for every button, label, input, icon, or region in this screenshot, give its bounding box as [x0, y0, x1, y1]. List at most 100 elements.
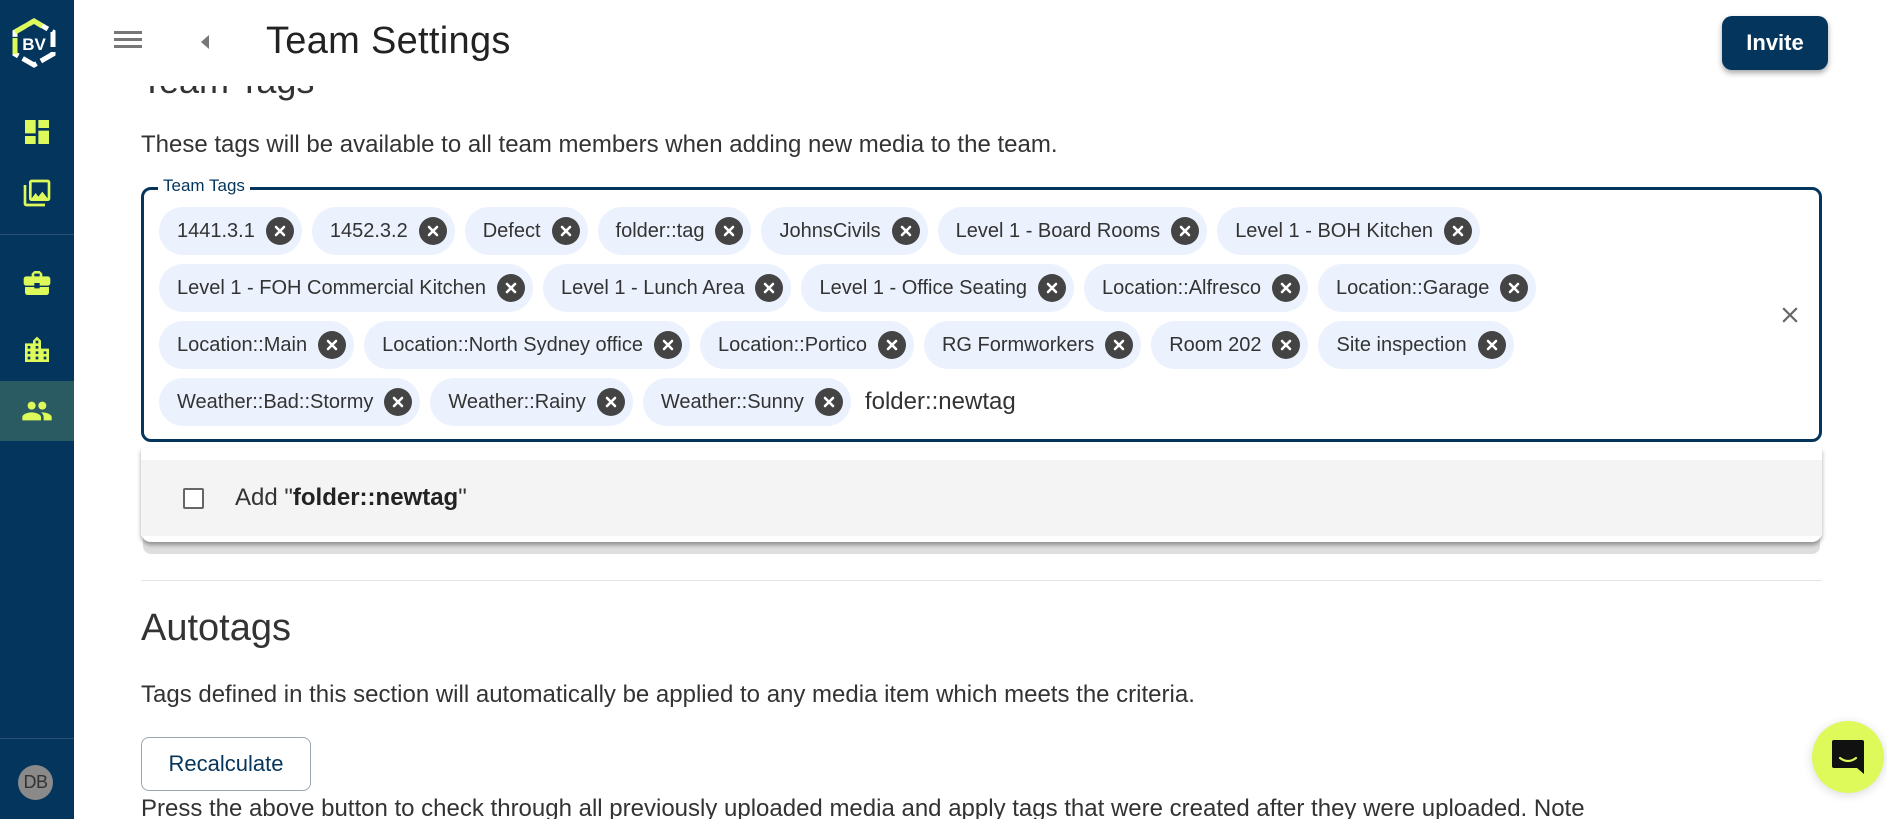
invite-button[interactable]: Invite [1722, 16, 1828, 70]
page-title: Team Settings [266, 20, 511, 62]
tag-chip[interactable]: Defect [464, 207, 588, 255]
user-avatar[interactable]: DB [18, 765, 53, 800]
tag-chip-label: Weather::Sunny [660, 390, 804, 413]
tag-chip-label: Location::Garage [1335, 276, 1490, 299]
bv-logo[interactable]: BV [9, 18, 59, 68]
hamburger-icon-bar [114, 45, 142, 48]
tag-chip-label: Location::Portico [717, 333, 867, 356]
tag-chip-label: Location::North Sydney office [382, 333, 643, 356]
team-tags-field[interactable]: Team Tags 1441.3.1 1452.3.2 Defect folder::… [141, 176, 1822, 442]
add-tag-checkbox[interactable] [183, 487, 204, 509]
tag-chip-label: Level 1 - FOH Commercial Kitchen [177, 276, 486, 299]
tag-chip-label: Level 1 - Office Seating [819, 276, 1027, 299]
chat-widget-button[interactable] [1812, 721, 1884, 793]
remove-tag-icon[interactable] [715, 217, 744, 245]
sidebar-divider [0, 738, 74, 739]
svg-text:BV: BV [22, 35, 46, 54]
tag-chip[interactable]: Weather::Bad::Stormy [159, 378, 421, 426]
tag-chip-label: Weather::Bad::Stormy [177, 390, 374, 413]
top-app-bar: Team Settings Invite [74, 0, 1887, 86]
tag-chip-label: 1452.3.2 [329, 219, 408, 242]
remove-tag-icon[interactable] [318, 331, 347, 359]
team-tags-field-label: Team Tags [158, 176, 250, 196]
tag-chip[interactable]: Location::North Sydney office [364, 321, 690, 369]
tag-chip[interactable]: Weather::Rainy [430, 378, 633, 426]
remove-tag-icon[interactable] [1444, 217, 1473, 245]
tag-chip[interactable]: 1452.3.2 [311, 207, 455, 255]
remove-tag-icon[interactable] [496, 274, 525, 302]
dashboard-icon [25, 120, 49, 144]
sidebar-item-dashboard[interactable] [0, 102, 74, 162]
hamburger-icon-bar [114, 38, 142, 41]
sidebar-item-projects[interactable] [0, 253, 74, 313]
tag-chip-label: Site inspection [1336, 333, 1467, 356]
tag-chip[interactable]: Site inspection [1318, 321, 1514, 369]
tag-chip-label: JohnsCivils [779, 219, 881, 242]
menu-button[interactable] [114, 27, 144, 57]
tag-chip[interactable]: Location::Main [159, 321, 355, 369]
tag-chip-label: Room 202 [1169, 333, 1262, 356]
remove-tag-icon[interactable] [814, 388, 843, 416]
sidebar-item-organisations[interactable] [0, 320, 74, 380]
tag-chip[interactable]: Location::Garage [1317, 264, 1537, 312]
remove-tag-icon[interactable] [653, 331, 682, 359]
tag-input[interactable] [860, 378, 1161, 426]
add-tag-option[interactable]: Add "folder::newtag" [141, 460, 1822, 536]
tag-chip[interactable]: Level 1 - BOH Kitchen [1217, 207, 1481, 255]
section-divider [141, 580, 1822, 581]
people-icon [22, 401, 52, 421]
autotags-heading: Autotags [141, 607, 291, 649]
tag-chip[interactable]: Level 1 - Office Seating [801, 264, 1074, 312]
remove-tag-icon[interactable] [1105, 331, 1134, 359]
remove-tag-icon[interactable] [1477, 331, 1506, 359]
remove-tag-icon[interactable] [1037, 274, 1066, 302]
recalculate-note: Press the above button to check through … [141, 795, 1585, 819]
tag-chip-label: Weather::Rainy [448, 390, 586, 413]
tag-chip-label: Level 1 - Board Rooms [955, 219, 1161, 242]
tag-chip[interactable]: RG Formworkers [923, 321, 1142, 369]
remove-tag-icon[interactable] [1171, 217, 1200, 245]
tag-chip[interactable]: Location::Portico [699, 321, 914, 369]
add-tag-prefix: Add " [235, 484, 293, 511]
sidebar-item-teams[interactable] [0, 381, 74, 441]
tag-chip[interactable]: JohnsCivils [761, 207, 928, 255]
remove-tag-icon[interactable] [1271, 274, 1300, 302]
clear-all-button[interactable] [1777, 302, 1803, 328]
remove-tag-icon[interactable] [1272, 331, 1301, 359]
remove-tag-icon[interactable] [877, 331, 906, 359]
tag-chip-label: Level 1 - BOH Kitchen [1235, 219, 1434, 242]
tag-chip-label: Level 1 - Lunch Area [560, 276, 745, 299]
sidebar-divider [0, 234, 74, 235]
remove-tag-icon[interactable] [1500, 274, 1529, 302]
remove-tag-icon[interactable] [891, 217, 920, 245]
tag-chip[interactable]: folder::tag [597, 207, 752, 255]
team-tags-description: These tags will be available to all team… [141, 131, 1058, 158]
remove-tag-icon[interactable] [418, 217, 447, 245]
back-caret-icon[interactable] [197, 30, 217, 54]
sidebar: BV DB [0, 0, 74, 819]
remove-tag-icon[interactable] [596, 388, 625, 416]
hamburger-icon-bar [114, 31, 142, 34]
remove-tag-icon[interactable] [265, 217, 294, 245]
tag-chip[interactable]: Room 202 [1151, 321, 1309, 369]
tag-chip-label: Defect [482, 219, 541, 242]
tag-chip[interactable]: Weather::Sunny [642, 378, 851, 426]
tag-chip-label: 1441.3.1 [177, 219, 255, 242]
sidebar-item-media[interactable] [0, 163, 74, 223]
tag-chip[interactable]: Level 1 - Lunch Area [542, 264, 792, 312]
autotags-description: Tags defined in this section will automa… [141, 681, 1195, 708]
tag-chip[interactable]: 1441.3.1 [159, 207, 302, 255]
tag-chip-label: Location::Main [177, 333, 308, 356]
tag-chip[interactable]: Location::Alfresco [1083, 264, 1308, 312]
recalculate-button[interactable]: Recalculate [141, 737, 311, 791]
remove-tag-icon[interactable] [384, 388, 413, 416]
tag-chip-label: folder::tag [615, 219, 705, 242]
tag-chip[interactable]: Level 1 - FOH Commercial Kitchen [159, 264, 533, 312]
tag-suggestions-dropdown: Add "folder::newtag" [141, 448, 1822, 542]
remove-tag-icon[interactable] [551, 217, 580, 245]
remove-tag-icon[interactable] [755, 274, 784, 302]
tag-chip[interactable]: Level 1 - Board Rooms [937, 207, 1208, 255]
add-tag-suffix: " [458, 484, 467, 511]
photo-library-icon [23, 179, 51, 207]
tag-chip-label: Location::Alfresco [1101, 276, 1261, 299]
